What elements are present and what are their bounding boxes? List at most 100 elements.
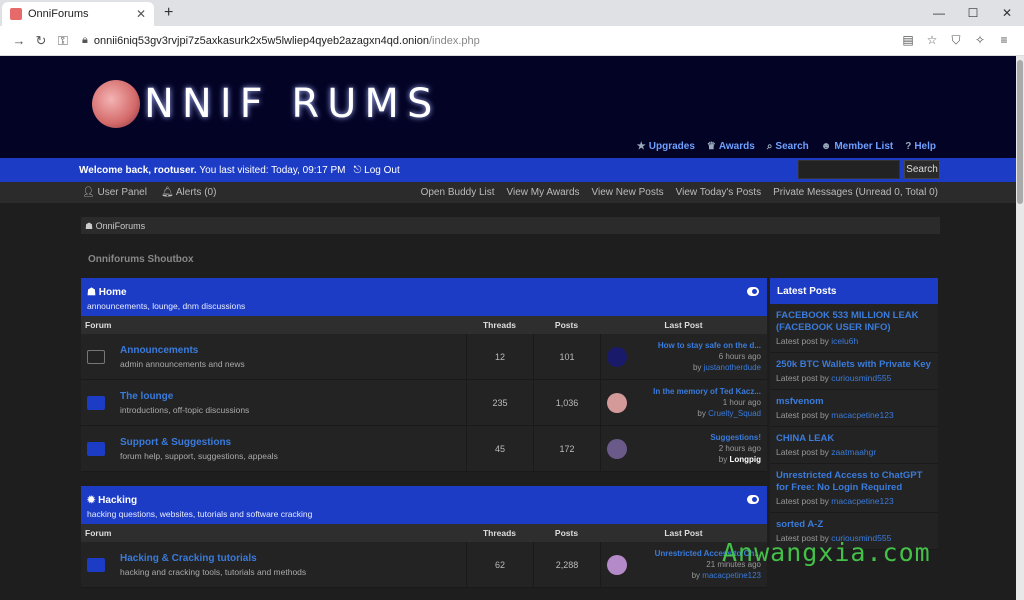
user-panel-link[interactable]: 👤︎ User Panel	[82, 187, 147, 198]
close-icon[interactable]: ✕	[136, 7, 146, 21]
last-post-user[interactable]: justanotherdude	[704, 363, 761, 372]
collapse-toggle-icon[interactable]	[747, 287, 759, 296]
watermark: Anwangxia.com	[722, 538, 931, 567]
latest-post-title[interactable]: sorted A-Z	[776, 519, 932, 531]
logo-mascot-icon	[92, 80, 140, 128]
nav-upgrades[interactable]: ★ Upgrades	[637, 141, 695, 152]
awards-link[interactable]: View My Awards	[507, 187, 580, 198]
nav-search[interactable]: ⌕ Search	[767, 141, 809, 152]
forum-title[interactable]: The lounge	[120, 391, 249, 402]
new-tab-icon[interactable]: +	[164, 4, 173, 22]
forum-title[interactable]: Support & Suggestions	[120, 437, 278, 448]
welcome-greeting: Welcome back, rootuser.	[79, 164, 197, 176]
col-posts: Posts	[554, 320, 579, 330]
reload-icon[interactable]: ↻	[30, 33, 52, 49]
latest-post-meta: Latest post by macacpetine123	[776, 496, 894, 506]
shield-icon[interactable]: ⛉	[944, 33, 968, 48]
latest-post-user[interactable]: macacpetine123	[831, 496, 893, 506]
alerts-link[interactable]: 🔔︎ Alerts (0)	[161, 187, 216, 198]
extension-icon[interactable]: ✧	[968, 33, 992, 48]
post-count: 2,288	[533, 542, 600, 587]
nav-awards[interactable]: ♛ Awards	[707, 141, 755, 152]
latest-post-title[interactable]: msfvenom	[776, 396, 932, 408]
latest-post-title[interactable]: FACEBOOK 533 MILLION LEAK (FACEBOOK USER…	[776, 310, 932, 334]
forum-title[interactable]: Announcements	[120, 345, 245, 356]
latest-post-meta: Latest post by macacpetine123	[776, 410, 894, 420]
shoutbox-title[interactable]: Onniforums Shoutbox	[88, 254, 1024, 265]
private-messages-link[interactable]: Private Messages (Unread 0, Total 0)	[773, 187, 938, 198]
latest-post-title[interactable]: 250k BTC Wallets with Private Key	[776, 359, 932, 371]
minimize-icon[interactable]: —	[922, 6, 956, 20]
forum-list: ☗ Home announcements, lounge, dnm discus…	[81, 278, 767, 588]
buddy-list-link[interactable]: Open Buddy List	[421, 187, 495, 198]
forum-desc: hacking and cracking tools, tutorials an…	[120, 566, 307, 577]
last-post-user[interactable]: macacpetine123	[702, 571, 761, 580]
folder-icon	[87, 441, 105, 456]
nav-member-list[interactable]: ☻ Member List	[821, 141, 893, 152]
favicon-icon	[10, 8, 22, 20]
category-title[interactable]: ✹ Hacking	[87, 495, 761, 506]
forum-cell: The lounge introductions, off-topic disc…	[81, 380, 466, 425]
latest-post-user[interactable]: icelu6h	[831, 336, 858, 346]
search-button[interactable]: Search	[904, 160, 940, 179]
forum-row: Support & Suggestions forum help, suppor…	[81, 426, 767, 472]
forward-icon[interactable]: →	[8, 33, 30, 48]
forum-row: The lounge introductions, off-topic disc…	[81, 380, 767, 426]
latest-post-item: CHINA LEAK Latest post by zaatmaahgr	[770, 427, 938, 464]
close-window-icon[interactable]: ✕	[990, 6, 1024, 20]
avatar[interactable]	[607, 438, 627, 459]
todays-posts-link[interactable]: View Today's Posts	[676, 187, 761, 198]
help-icon: ?	[905, 141, 912, 152]
users-icon: ☻	[820, 141, 832, 152]
latest-post-user[interactable]: macacpetine123	[831, 410, 893, 420]
scrollbar[interactable]	[1016, 56, 1024, 600]
last-post-title[interactable]: How to stay safe on the d...	[633, 340, 761, 351]
new-posts-link[interactable]: View New Posts	[592, 187, 664, 198]
nav-help[interactable]: ? Help	[905, 141, 936, 152]
col-last-post: Last Post	[664, 528, 703, 538]
forum-cell: Announcements admin announcements and ne…	[81, 334, 466, 379]
search-input[interactable]	[798, 160, 900, 179]
trophy-icon: ♛	[706, 141, 716, 152]
avatar[interactable]	[607, 392, 627, 413]
header-search: Search	[798, 160, 940, 179]
browser-tab[interactable]: OnniForums ✕	[2, 2, 154, 26]
thread-count: 235	[466, 380, 533, 425]
collapse-toggle-icon[interactable]	[747, 495, 759, 504]
last-post-user[interactable]: Longpig	[729, 455, 761, 464]
latest-posts-title: Latest Posts	[770, 278, 938, 304]
category-title[interactable]: ☗ Home	[87, 287, 761, 298]
scrollbar-thumb[interactable]	[1017, 60, 1023, 204]
last-post-cell: Suggestions! 2 hours ago by Longpig	[600, 426, 767, 471]
forum-desc: introductions, off-topic discussions	[120, 404, 250, 415]
category-desc: hacking questions, websites, tutorials a…	[87, 509, 313, 519]
breadcrumb[interactable]: ☗ OnniForums	[81, 217, 940, 234]
bookmark-icon[interactable]: ☆	[920, 33, 944, 48]
latest-post-user[interactable]: curiousmind555	[831, 373, 891, 383]
latest-post-title[interactable]: CHINA LEAK	[776, 433, 932, 445]
tor-icon[interactable]: ⚿	[52, 33, 74, 49]
avatar[interactable]	[607, 346, 627, 367]
logout-link[interactable]: ⎋ Log Out	[353, 165, 399, 176]
forum-cell: Hacking & Cracking tutorials hacking and…	[81, 542, 466, 587]
latest-post-title[interactable]: Unrestricted Access to ChatGPT for Free:…	[776, 470, 932, 494]
avatar[interactable]	[607, 554, 627, 575]
url-field[interactable]: 🔒︎ onnii6niq53gv3rvjpi7z5axkasurk2x5w5lw…	[82, 34, 888, 47]
tab-title: OnniForums	[28, 8, 89, 20]
maximize-icon[interactable]: ☐	[956, 6, 990, 20]
last-post-title[interactable]: In the memory of Ted Kacz...	[633, 386, 761, 397]
last-post-title[interactable]: Suggestions!	[633, 432, 761, 443]
site-logo[interactable]: NNIF RUMS	[92, 80, 440, 128]
latest-post-user[interactable]: zaatmaahgr	[831, 447, 876, 457]
last-visit: You last visited: Today, 09:17 PM	[199, 164, 346, 176]
menu-icon[interactable]: ≡	[992, 33, 1016, 48]
top-nav: ★ Upgrades ♛ Awards ⌕ Search ☻ Member List ?…	[637, 141, 936, 152]
latest-post-item: msfvenom Latest post by macacpetine123	[770, 390, 938, 427]
last-post-cell: How to stay safe on the d... 6 hours ago…	[600, 334, 767, 379]
post-count: 1,036	[533, 380, 600, 425]
forum-title[interactable]: Hacking & Cracking tutorials	[120, 553, 306, 564]
reader-icon[interactable]: ▤	[896, 33, 920, 48]
last-post-user[interactable]: Cruelty_Squad	[708, 409, 761, 418]
star-icon: ★	[636, 141, 646, 152]
col-forum: Forum	[85, 528, 112, 538]
